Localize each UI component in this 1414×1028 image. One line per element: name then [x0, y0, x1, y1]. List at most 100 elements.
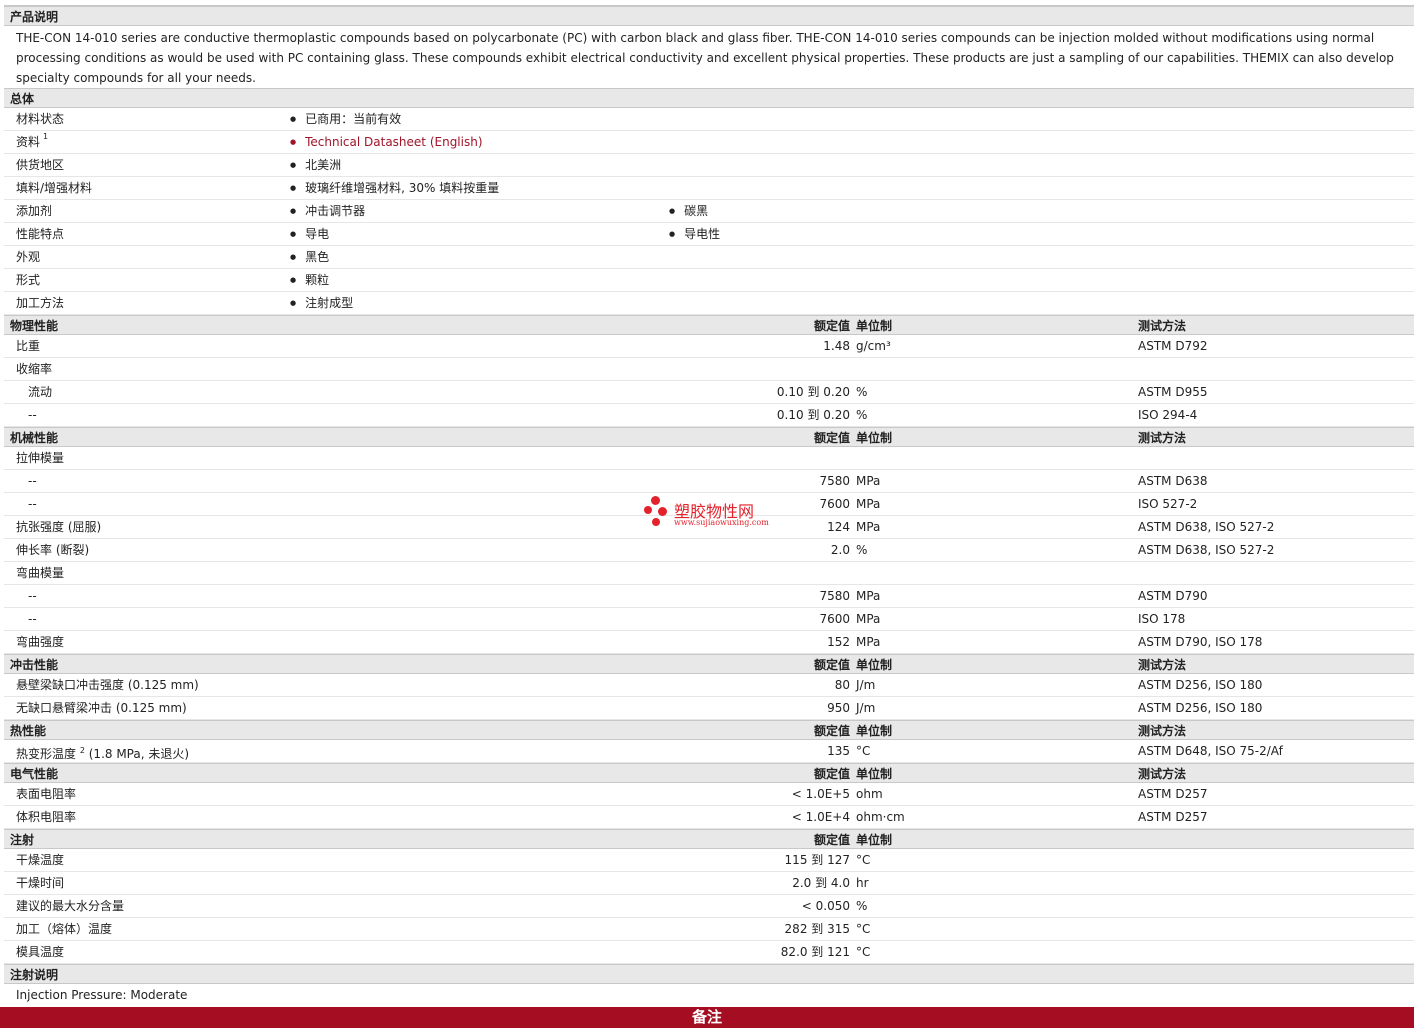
section-title: 注射说明 [10, 968, 59, 982]
property-sections: 物理性能 额定值 单位制 测试方法 比重 1.48 g/cm³ ASTM D792 收缩率 流动 0… [4, 315, 1414, 964]
property-unit: MPa [856, 589, 881, 603]
property-value: 7600 [819, 497, 850, 511]
bullet-item: 颗粒 [290, 269, 329, 292]
property-label: 无缺口悬臂梁冲击 (0.125 mm) [16, 697, 187, 719]
row-label: 加工方法 [16, 296, 65, 310]
property-test-method: ASTM D648, ISO 75-2/Af [1138, 744, 1283, 758]
property-row: 比重 1.48 g/cm³ ASTM D792 [4, 335, 1414, 358]
property-unit: MPa [856, 612, 881, 626]
section-header-thermal: 热性能 额定值 单位制 测试方法 [4, 720, 1414, 740]
property-label: 体积电阻率 [16, 806, 76, 828]
watermark-url: www.sujiaowuxing.com [674, 518, 769, 527]
watermark-dot-icon [652, 518, 660, 526]
general-row: 外观 黑色 [4, 246, 1414, 269]
bullet-item: 黑色 [290, 246, 329, 269]
property-label-text: 干燥时间 [16, 876, 65, 890]
property-row: -- 0.10 到 0.20% ISO 294-4 [4, 404, 1414, 427]
bullet-item: 导电 [290, 223, 329, 246]
property-test-method: ASTM D257 [1138, 787, 1208, 801]
column-header-unit: 单位制 [856, 833, 893, 847]
property-row: 建议的最大水分含量 < 0.050% [4, 895, 1414, 918]
column-header-value: 额定值 [813, 724, 850, 738]
property-value: 2.0 [830, 543, 850, 557]
property-label-text: 抗张强度 (屈服) [16, 520, 102, 534]
column-header-unit: 单位制 [856, 658, 893, 672]
property-value: 7580 [819, 474, 850, 488]
column-header-value: 额定值 [813, 431, 850, 445]
general-row: 填料/增强材料 玻璃纤维增强材料, 30% 填料按重量 [4, 177, 1414, 200]
property-test-method: ASTM D256, ISO 180 [1138, 678, 1263, 692]
bullet-item: 玻璃纤维增强材料, 30% 填料按重量 [290, 177, 499, 200]
section-header-description: 产品说明 [4, 6, 1414, 26]
section-title: 总体 [10, 92, 35, 106]
property-label-text: 建议的最大水分含量 [16, 899, 125, 913]
general-row: 加工方法 注射成型 [4, 292, 1414, 315]
property-unit: % [856, 408, 868, 422]
property-label: 悬壁梁缺口冲击强度 (0.125 mm) [16, 674, 199, 696]
property-row: 表面电阻率 < 1.0E+5 ohm ASTM D257 [4, 783, 1414, 806]
column-header-value: 额定值 [813, 833, 850, 847]
column-header-test: 测试方法 [1138, 431, 1187, 445]
general-row: 资料1 Technical Datasheet (English) [4, 131, 1414, 154]
property-unit: % [856, 543, 868, 557]
property-row: 伸长率 (断裂) 2.0% ASTM D638, ISO 527-2 [4, 539, 1414, 562]
property-label-text: -- [28, 589, 37, 603]
general-rows: 材料状态 已商用：当前有效资料1 Technical Datasheet (Engl… [4, 108, 1414, 315]
property-unit: % [856, 899, 868, 913]
bullet-item: 已商用：当前有效 [290, 108, 401, 131]
property-value: 1.48 [823, 339, 850, 353]
property-unit: °C [856, 945, 871, 959]
property-label-text: -- [28, 612, 37, 626]
property-label: 建议的最大水分含量 [16, 895, 124, 917]
property-row: 干燥时间 2.0 到 4.0 hr [4, 872, 1414, 895]
property-unit: J/m [856, 701, 876, 715]
property-test-method: ASTM D257 [1138, 810, 1208, 824]
property-label-text: 表面电阻率 [16, 787, 77, 801]
property-value: 115 到 127 [784, 853, 850, 867]
property-condition: (1.8 MPa, 未退火) [84, 747, 190, 761]
property-unit: g/cm³ [856, 339, 891, 353]
property-row: 模具温度 82.0 到 121 °C [4, 941, 1414, 964]
property-label: 热变形温度 2 (1.8 MPa, 未退火) [16, 740, 189, 765]
property-label: 收缩率 [16, 358, 52, 380]
bullet-item: 导电性 [669, 223, 720, 246]
property-row: 拉伸模量 [4, 447, 1414, 470]
property-value: 0.10 到 0.20 [776, 408, 850, 422]
property-unit: hr [856, 876, 869, 890]
property-unit: °C [856, 922, 871, 936]
property-value: 82.0 到 121 [780, 945, 850, 959]
property-label: 干燥时间 [16, 872, 64, 894]
watermark-logo: 塑胶物性网 www.sujiaowuxing.com [644, 496, 774, 532]
row-label: 添加剂 [16, 204, 53, 218]
general-row: 供货地区 北美洲 [4, 154, 1414, 177]
property-label-text: -- [28, 497, 37, 511]
property-label-text: 模具温度 [16, 945, 65, 959]
property-label: 伸长率 (断裂) [16, 539, 89, 561]
property-unit: °C [856, 744, 871, 758]
row-label: 供货地区 [16, 158, 65, 172]
datasheet-link[interactable]: Technical Datasheet (English) [290, 131, 482, 154]
property-row: 加工（熔体）温度 282 到 315 °C [4, 918, 1414, 941]
general-row: 材料状态 已商用：当前有效 [4, 108, 1414, 131]
property-label: 干燥温度 [16, 849, 64, 871]
column-header-test: 测试方法 [1138, 767, 1187, 781]
column-header-value: 额定值 [813, 319, 850, 333]
property-row: 体积电阻率 < 1.0E+4 ohm·cm ASTM D257 [4, 806, 1414, 829]
injection-notes-row: Injection Pressure: Moderate [4, 984, 1414, 1007]
property-row: 悬壁梁缺口冲击强度 (0.125 mm) 80 J/m ASTM D256, ISO … [4, 674, 1414, 697]
section-title: 物理性能 [10, 319, 59, 333]
property-label: -- [28, 470, 37, 492]
property-value: 950 [827, 701, 850, 715]
row-label: 填料/增强材料 [16, 181, 93, 195]
property-test-method: ISO 294-4 [1138, 408, 1198, 422]
property-value: 282 到 315 [784, 922, 850, 936]
property-unit: MPa [856, 497, 881, 511]
section-header-general: 总体 [4, 88, 1414, 108]
column-header-unit: 单位制 [856, 724, 893, 738]
property-label-text: 收缩率 [16, 362, 53, 376]
section-header-injection-notes: 注射说明 [4, 964, 1414, 984]
column-header-value: 额定值 [813, 767, 850, 781]
property-test-method: ASTM D790 [1138, 589, 1208, 603]
property-label-text: 热变形温度 [16, 747, 77, 761]
section-header-physical: 物理性能 额定值 单位制 测试方法 [4, 315, 1414, 335]
